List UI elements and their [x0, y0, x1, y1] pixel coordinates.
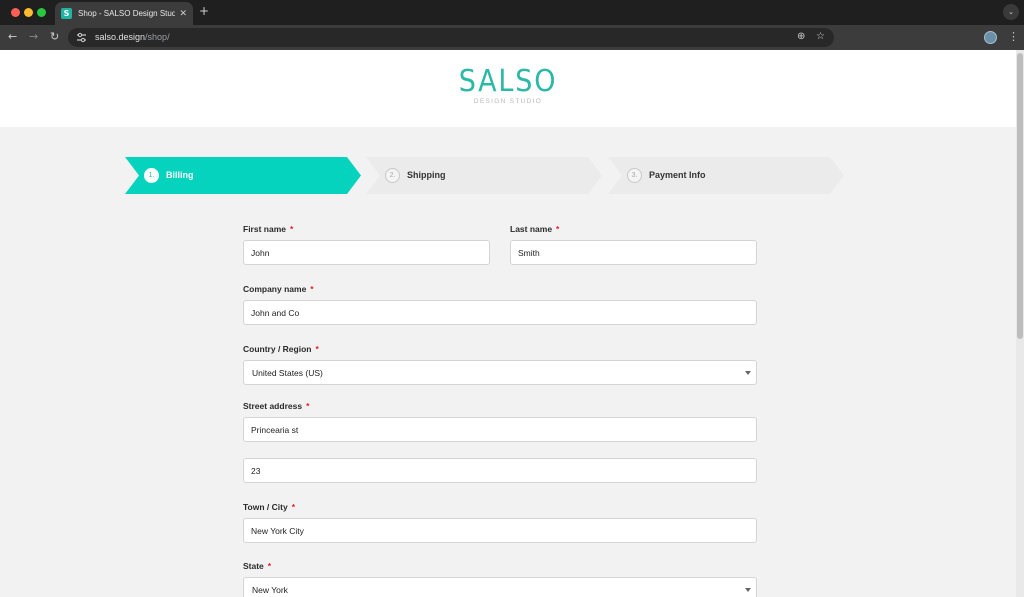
- first-name-input[interactable]: [243, 240, 490, 265]
- country-region-label: Country / Region *: [243, 344, 319, 354]
- country-selected-value: United States (US): [252, 367, 323, 378]
- company-name-label: Company name *: [243, 284, 314, 294]
- town-city-label: Town / City *: [243, 502, 296, 512]
- address-bar[interactable]: salso.design/shop/ ⊕ ☆: [68, 28, 834, 47]
- bookmark-star-icon[interactable]: ☆: [816, 31, 825, 42]
- company-name-input[interactable]: [243, 300, 757, 325]
- step-number: 2.: [385, 168, 400, 183]
- zoom-icon[interactable]: ⊕: [797, 31, 805, 42]
- state-selected-value: New York: [252, 584, 288, 595]
- checkout-steps: 1. Billing 2. Shipping 3. Payment Info: [0, 157, 1016, 194]
- step-label: Payment Info: [649, 170, 706, 180]
- browser-toolbar: ← → ↻ salso.design/shop/ ⊕ ☆ ⋮: [0, 25, 1024, 50]
- forward-arrow-icon[interactable]: →: [29, 30, 38, 44]
- step-label: Billing: [166, 170, 194, 180]
- street-address-line1-input[interactable]: [243, 417, 757, 442]
- page-scrollbar[interactable]: [1016, 50, 1024, 597]
- url-text[interactable]: salso.design/shop/: [95, 32, 170, 42]
- state-select[interactable]: New York: [243, 577, 757, 597]
- town-city-input[interactable]: [243, 518, 757, 543]
- new-tab-button[interactable]: +: [199, 4, 209, 18]
- dropdown-arrow-icon: [745, 371, 751, 375]
- dropdown-arrow-icon: [745, 588, 751, 592]
- browser-tab[interactable]: S Shop - SALSO Design Studio ✕: [55, 2, 193, 25]
- salso-logo[interactable]: SALSO: [51, 64, 965, 99]
- reload-icon[interactable]: ↻: [50, 30, 59, 44]
- browser-menu-icon[interactable]: ⋮: [1008, 30, 1019, 43]
- state-label: State *: [243, 561, 272, 571]
- maximize-window-button[interactable]: [37, 8, 46, 17]
- site-settings-icon[interactable]: [76, 32, 87, 43]
- step-number: 3.: [627, 168, 642, 183]
- step-label: Shipping: [407, 170, 446, 180]
- last-name-label: Last name *: [510, 224, 560, 234]
- tab-title: Shop - SALSO Design Studio: [78, 9, 176, 18]
- tab-search-button[interactable]: ⌄: [1003, 4, 1019, 20]
- browser-tab-strip: S Shop - SALSO Design Studio ✕ + ⌄: [0, 0, 1024, 25]
- step-payment-info[interactable]: 3. Payment Info: [608, 157, 844, 194]
- salso-favicon-icon: S: [61, 8, 72, 19]
- back-arrow-icon[interactable]: ←: [8, 30, 17, 44]
- close-window-button[interactable]: [11, 8, 20, 17]
- step-billing[interactable]: 1. Billing: [125, 157, 361, 194]
- street-address-line2-input[interactable]: [243, 458, 757, 483]
- tab-close-icon[interactable]: ✕: [179, 9, 187, 19]
- page-content: SALSO DESIGN STUDIO 1. Billing 2. Shippi…: [0, 50, 1016, 597]
- first-name-label: First name *: [243, 224, 294, 234]
- minimize-window-button[interactable]: [24, 8, 33, 17]
- last-name-input[interactable]: [510, 240, 757, 265]
- street-address-label: Street address *: [243, 401, 310, 411]
- site-header: SALSO DESIGN STUDIO: [0, 50, 1016, 127]
- country-region-select[interactable]: United States (US): [243, 360, 757, 385]
- profile-avatar[interactable]: [984, 31, 997, 44]
- step-shipping[interactable]: 2. Shipping: [366, 157, 602, 194]
- scrollbar-thumb[interactable]: [1017, 53, 1023, 339]
- logo-tagline: DESIGN STUDIO: [473, 98, 543, 105]
- step-number: 1.: [144, 168, 159, 183]
